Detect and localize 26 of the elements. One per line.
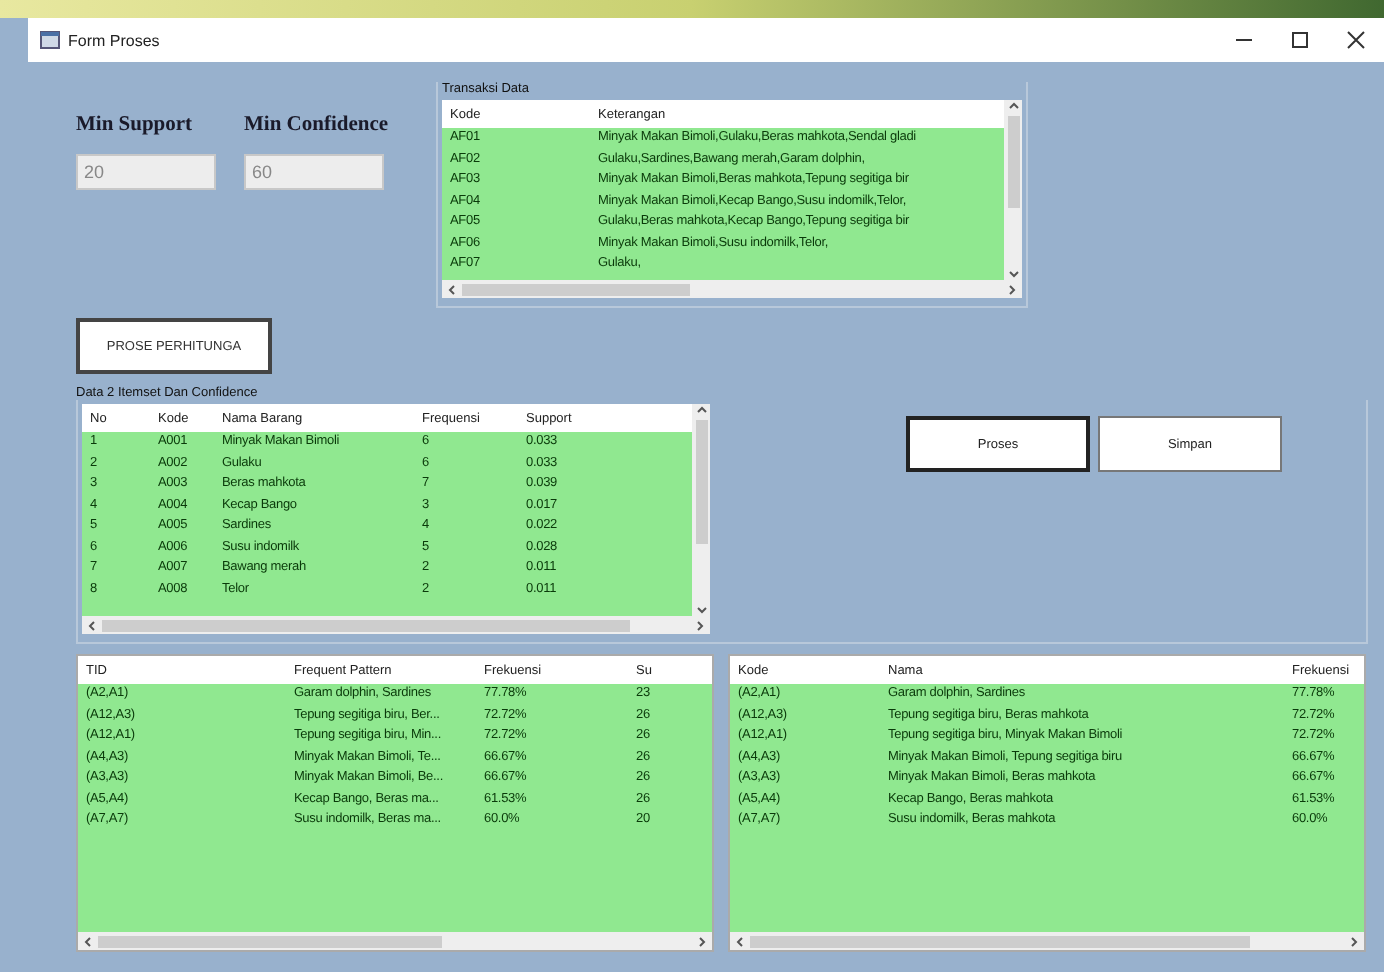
scroll-up-icon[interactable] xyxy=(1007,100,1019,112)
maximize-icon xyxy=(1290,30,1310,50)
horizontal-scrollbar[interactable] xyxy=(82,616,710,634)
scroll-left-icon[interactable] xyxy=(82,935,94,947)
vertical-scrollbar[interactable] xyxy=(692,404,710,616)
field-label: Min Confidence xyxy=(244,114,389,136)
scroll-right-icon[interactable] xyxy=(696,935,708,947)
horizontal-scrollbar[interactable] xyxy=(730,932,1364,950)
scroll-down-icon[interactable] xyxy=(1007,268,1019,280)
close-icon xyxy=(1346,30,1366,50)
scroll-left-icon[interactable] xyxy=(446,283,458,295)
scroll-right-icon[interactable] xyxy=(694,619,706,631)
scroll-right-icon[interactable] xyxy=(1348,935,1360,947)
scroll-left-icon[interactable] xyxy=(86,619,98,631)
window-title: Form Proses xyxy=(68,31,160,49)
list-view[interactable] xyxy=(442,100,1022,280)
field-label: Min Support xyxy=(76,114,195,136)
scroll-down-icon[interactable] xyxy=(695,604,707,616)
scroll-right-icon[interactable] xyxy=(1006,283,1018,295)
list-view[interactable] xyxy=(82,404,710,616)
horizontal-scrollbar[interactable] xyxy=(78,932,712,950)
horizontal-scrollbar[interactable] xyxy=(442,280,1022,298)
scroll-up-icon[interactable] xyxy=(695,404,707,416)
scroll-left-icon[interactable] xyxy=(734,935,746,947)
vertical-scrollbar[interactable] xyxy=(1004,100,1022,280)
form-icon xyxy=(40,30,60,50)
